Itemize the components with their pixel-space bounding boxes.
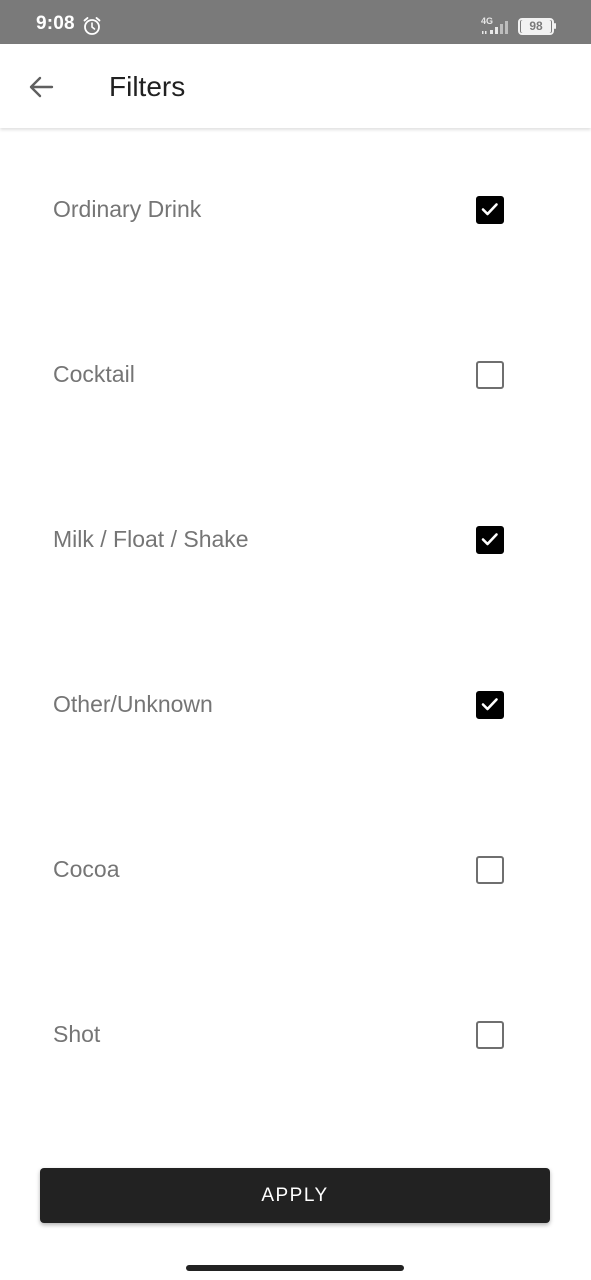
filter-checkbox[interactable] (476, 526, 504, 554)
page-title: Filters (109, 71, 186, 102)
filter-checkbox[interactable] (476, 1021, 504, 1049)
signal-icon (480, 19, 512, 35)
arrow-left-icon (29, 76, 54, 98)
battery-icon: 98 (518, 18, 556, 35)
filter-row-ordinary-drink[interactable]: Ordinary Drink (0, 180, 591, 240)
filter-checkbox[interactable] (476, 361, 504, 389)
status-bar: 9:08 4G 98 (0, 0, 591, 44)
alarm-icon (82, 16, 102, 36)
filter-row-cocoa[interactable]: Cocoa (0, 840, 591, 900)
filter-checkbox[interactable] (476, 691, 504, 719)
filter-label: Shot (53, 1021, 101, 1047)
filters-screen: 9:08 4G 98 Filters Ordinary Drink Cockta… (0, 0, 591, 1280)
apply-button[interactable]: APPLY (40, 1168, 550, 1223)
back-button[interactable] (14, 64, 70, 108)
checkmark-icon (481, 533, 498, 546)
filter-label: Ordinary Drink (53, 196, 202, 222)
checkmark-icon (481, 698, 498, 711)
filter-checkbox[interactable] (476, 856, 504, 884)
battery-tip (554, 23, 556, 29)
filter-label: Cocktail (53, 361, 135, 387)
filter-label: Other/Unknown (53, 691, 213, 717)
home-indicator[interactable] (186, 1265, 404, 1271)
checkmark-icon (481, 203, 498, 216)
filter-checkbox[interactable] (476, 196, 504, 224)
app-bar: Filters (0, 44, 591, 128)
filter-row-milk-float-shake[interactable]: Milk / Float / Shake (0, 510, 591, 570)
filter-label: Milk / Float / Shake (53, 526, 249, 552)
filter-row-other-unknown[interactable]: Other/Unknown (0, 675, 591, 735)
filter-label: Cocoa (53, 856, 120, 882)
status-time: 9:08 (36, 13, 75, 34)
battery-level: 98 (521, 20, 551, 33)
filter-row-cocktail[interactable]: Cocktail (0, 345, 591, 405)
filter-row-shot[interactable]: Shot (0, 1005, 591, 1065)
